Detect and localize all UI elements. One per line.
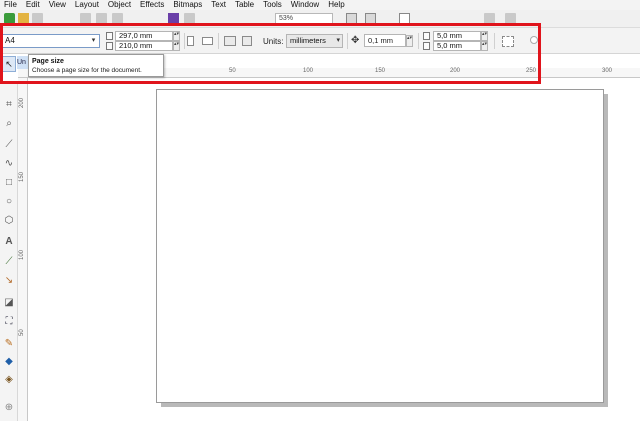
rectangle-tool-icon[interactable]: □ [3,177,15,189]
ruler-label: 100 [303,68,314,74]
pick-tool-button[interactable]: ↖ [2,56,16,72]
separator [418,33,419,49]
menu-effects[interactable]: Effects [136,0,169,10]
options-icon[interactable] [484,13,495,24]
show-rulers-icon[interactable] [365,13,376,24]
units-label: Units: [263,37,284,46]
ruler-label: 150 [19,171,25,182]
separator [494,33,495,49]
duplicate-distance-y-field[interactable]: 5,0 mm [433,41,481,51]
duplicate-y-icon [423,42,430,50]
tooltip-title: Page size [32,58,64,65]
tooltip-description: Choose a page size for the document. [32,67,142,74]
treat-as-filled-icon[interactable] [502,36,514,47]
ellipse-tool-icon[interactable]: ○ [3,196,15,208]
document-page[interactable] [156,89,604,403]
duplicate-distance-x-field[interactable]: 5,0 mm [433,31,481,41]
separator [347,33,348,49]
ruler-label: 50 [229,68,236,74]
menu-layout[interactable]: Layout [71,0,104,10]
nudge-distance-field[interactable]: 0,1 mm [364,34,406,47]
smart-fill-icon[interactable]: ◈ [3,374,15,386]
ruler-label: 150 [375,68,386,74]
fill-tool-icon[interactable]: ◆ [3,356,15,368]
menu-tools[interactable]: Tools [259,0,287,10]
page-width-spinner[interactable]: ▴▾ [173,31,180,41]
parallel-dimension-icon[interactable]: ⟋ [3,256,15,268]
menu-bitmaps[interactable]: Bitmaps [169,0,207,10]
ruler-label: 300 [602,68,613,74]
snap-to-icon[interactable] [399,13,410,24]
page-size-select[interactable]: A4 ▾ [2,34,100,48]
copy-icon[interactable] [96,13,107,24]
launch-icon[interactable] [505,13,516,24]
portrait-icon[interactable] [187,36,194,46]
zoom-level-select[interactable]: 53% [275,13,333,25]
save-icon[interactable] [32,13,43,24]
artistic-media-icon[interactable]: ∿ [3,158,15,170]
current-page-icon[interactable] [242,36,252,46]
page-height-spinner[interactable]: ▴▾ [173,41,180,51]
menu-text[interactable]: Text [207,0,231,10]
units-select[interactable]: millimeters ▾ [286,34,343,48]
property-bar: A4 ▾ 297,0 mm ▴▾ 210,0 mm ▴▾ Units: mill… [0,28,640,54]
page-height-icon [106,42,113,50]
ruler-label: 250 [526,68,537,74]
menu-view[interactable]: View [45,0,71,10]
page-height-field[interactable]: 210,0 mm [115,41,173,51]
text-tool-icon[interactable]: A [3,236,15,248]
zoom-tool-icon[interactable]: ⌕ [3,118,15,130]
nudge-spinner[interactable]: ▴▾ [406,35,413,47]
vertical-ruler[interactable]: 200 150 100 50 [18,78,28,421]
crop-tool-icon[interactable]: ⌗ [3,99,15,111]
export-icon[interactable] [184,13,195,24]
menu-edit[interactable]: Edit [22,0,45,10]
landscape-icon[interactable] [202,37,213,45]
transparency-icon[interactable]: ⛶ [3,316,15,328]
menu-help[interactable]: Help [324,0,349,10]
menu-object[interactable]: Object [104,0,136,10]
nudge-icon: ✥ [351,35,360,46]
menu-bar: File Edit View Layout Object Effects Bit… [0,0,640,10]
import-icon[interactable] [168,13,179,24]
chevron-down-icon[interactable]: ▾ [89,36,98,46]
duplicate-x-spinner[interactable]: ▴▾ [481,31,488,41]
units-value: millimeters [290,36,326,45]
new-document-icon[interactable] [4,13,15,24]
separator [184,33,185,49]
menu-window[interactable]: Window [287,0,324,10]
page-size-value: A4 [5,36,15,45]
eyedropper-icon[interactable]: ✎ [3,338,15,350]
drop-shadow-icon[interactable]: ◪ [3,297,15,309]
chevron-down-icon[interactable]: ▾ [336,35,340,47]
full-screen-icon[interactable] [346,13,357,24]
ruler-label: 200 [19,97,25,108]
standard-toolbar: 53% [0,10,640,28]
add-tool-icon[interactable]: ⊕ [3,402,15,414]
options-circle-icon[interactable] [530,36,538,44]
open-icon[interactable] [18,13,29,24]
page-size-tooltip: Page size Choose a page size for the doc… [28,54,164,77]
page-width-field[interactable]: 297,0 mm [115,31,173,41]
paste-icon[interactable] [112,13,123,24]
page-width-icon [106,32,113,40]
cut-icon[interactable] [80,13,91,24]
freehand-tool-icon[interactable]: ⟋ [3,139,15,151]
duplicate-x-icon [423,32,430,40]
polygon-tool-icon[interactable]: ⬡ [3,215,15,227]
ruler-label: 100 [19,249,25,260]
ruler-label: 50 [19,329,25,336]
ruler-label: 200 [450,68,461,74]
menu-file[interactable]: File [0,0,22,10]
connector-tool-icon[interactable]: ↘ [3,275,15,287]
separator [218,33,219,49]
menu-table[interactable]: Table [231,0,259,10]
all-pages-icon[interactable] [224,36,236,46]
duplicate-y-spinner[interactable]: ▴▾ [481,41,488,51]
toolbox: ⌗ ⌕ ⟋ ∿ □ ○ ⬡ A ⟋ ↘ ◪ ⛶ ✎ ◆ ◈ ⊕ [0,84,18,421]
